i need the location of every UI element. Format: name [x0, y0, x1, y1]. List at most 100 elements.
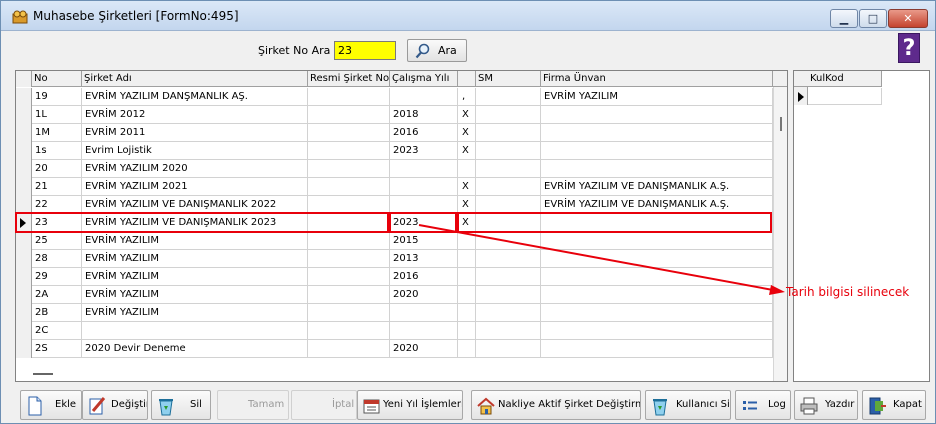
cell-calisma-yili[interactable]: 2016: [390, 124, 458, 142]
cell-sirket-adi[interactable]: EVRİM 2011: [82, 124, 308, 142]
table-row[interactable]: 2S 2020 Devir Deneme 2020: [16, 340, 773, 358]
cell-calisma-yili[interactable]: 2016: [390, 268, 458, 286]
cancel-button[interactable]: İptal: [291, 390, 357, 420]
cell-no[interactable]: 28: [32, 250, 82, 268]
header-calisma-yili[interactable]: Çalışma Yılı: [390, 71, 458, 87]
cell-flag[interactable]: X: [458, 142, 476, 160]
row-indicator[interactable]: [16, 268, 32, 286]
print-button[interactable]: Yazdır: [794, 390, 858, 420]
add-button[interactable]: Ekle: [20, 390, 82, 420]
cell-sirket-adi[interactable]: EVRİM 2012: [82, 106, 308, 124]
row-indicator[interactable]: [16, 142, 32, 160]
cell-firma-unvan[interactable]: [541, 232, 773, 250]
delete-button[interactable]: Sil: [151, 390, 211, 420]
cell-sm[interactable]: [476, 304, 541, 322]
table-row[interactable]: 1L EVRİM 2012 2018 X: [16, 106, 773, 124]
cell-firma-unvan[interactable]: EVRİM YAZILIM: [541, 88, 773, 106]
cell-no[interactable]: 19: [32, 88, 82, 106]
cell-sirket-adi[interactable]: EVRİM YAZILIM DANŞMANLIK AŞ.: [82, 88, 308, 106]
cell-sm[interactable]: [476, 232, 541, 250]
row-indicator[interactable]: [16, 124, 32, 142]
minimize-button[interactable]: ▁: [830, 9, 858, 28]
table-row[interactable]: 1M EVRİM 2011 2016 X: [16, 124, 773, 142]
cell-no[interactable]: 21: [32, 178, 82, 196]
cell-flag[interactable]: [458, 160, 476, 178]
cell-flag[interactable]: X: [458, 124, 476, 142]
cell-sirket-adi[interactable]: EVRİM YAZILIM 2020: [82, 160, 308, 178]
table-row[interactable]: 2B EVRİM YAZILIM: [16, 304, 773, 322]
cell-firma-unvan[interactable]: [541, 340, 773, 358]
cell-flag[interactable]: [458, 268, 476, 286]
cell-sirket-adi[interactable]: EVRİM YAZILIM 2021: [82, 178, 308, 196]
cell-flag[interactable]: [458, 340, 476, 358]
cell-sirket-adi[interactable]: EVRİM YAZILIM: [82, 304, 308, 322]
cell-calisma-yili[interactable]: 2015: [390, 232, 458, 250]
cell-no[interactable]: 1M: [32, 124, 82, 142]
cell-sirket-adi[interactable]: EVRİM YAZILIM: [82, 286, 308, 304]
cell-firma-unvan[interactable]: [541, 142, 773, 160]
cell-calisma-yili[interactable]: [390, 88, 458, 106]
cell-flag[interactable]: X: [458, 178, 476, 196]
cell-sm[interactable]: [476, 106, 541, 124]
row-indicator[interactable]: [16, 304, 32, 322]
cell-no[interactable]: 2C: [32, 322, 82, 340]
table-row[interactable]: 19 EVRİM YAZILIM DANŞMANLIK AŞ., EVRİM YAZ…: [16, 88, 773, 106]
cell-sirket-adi[interactable]: [82, 322, 308, 340]
cell-flag[interactable]: [458, 304, 476, 322]
table-row[interactable]: 1s Evrim Lojistik 2023 X: [16, 142, 773, 160]
scrollbar-thumb[interactable]: [780, 117, 782, 131]
cell-no[interactable]: 2S: [32, 340, 82, 358]
cell-calisma-yili[interactable]: [390, 160, 458, 178]
cell-calisma-yili[interactable]: 2018: [390, 106, 458, 124]
cell-sirket-adi[interactable]: EVRİM YAZILIM: [82, 250, 308, 268]
cell-sirket-adi[interactable]: EVRİM YAZILIM: [82, 268, 308, 286]
cell-resmi-sirket-no[interactable]: [308, 88, 390, 106]
cell-sirket-adi[interactable]: Evrim Lojistik: [82, 142, 308, 160]
cell-calisma-yili[interactable]: [390, 178, 458, 196]
cell-sm[interactable]: [476, 88, 541, 106]
cell-no[interactable]: 2B: [32, 304, 82, 322]
cell-resmi-sirket-no[interactable]: [308, 250, 390, 268]
ok-button[interactable]: Tamam: [217, 390, 289, 420]
search-input[interactable]: [334, 41, 396, 60]
row-indicator[interactable]: [16, 178, 32, 196]
header-flag[interactable]: [458, 71, 476, 87]
cell-flag[interactable]: [458, 322, 476, 340]
cell-resmi-sirket-no[interactable]: [308, 160, 390, 178]
cell-calisma-yili[interactable]: 2020: [390, 340, 458, 358]
header-sm[interactable]: SM: [476, 71, 541, 87]
close-form-button[interactable]: Kapat: [862, 390, 926, 420]
cell-flag[interactable]: X: [458, 106, 476, 124]
cell-firma-unvan[interactable]: [541, 250, 773, 268]
cell-flag[interactable]: [458, 286, 476, 304]
row-indicator[interactable]: [16, 232, 32, 250]
user-grid-row[interactable]: [808, 88, 882, 105]
cell-sm[interactable]: [476, 178, 541, 196]
row-indicator[interactable]: [16, 106, 32, 124]
cell-resmi-sirket-no[interactable]: [308, 124, 390, 142]
cell-sirket-adi[interactable]: EVRİM YAZILIM: [82, 232, 308, 250]
cell-resmi-sirket-no[interactable]: [308, 340, 390, 358]
table-row[interactable]: 2C: [16, 322, 773, 340]
cell-no[interactable]: 25: [32, 232, 82, 250]
cell-firma-unvan[interactable]: [541, 322, 773, 340]
cell-no[interactable]: 1L: [32, 106, 82, 124]
row-indicator[interactable]: [16, 88, 32, 106]
cell-sm[interactable]: [476, 340, 541, 358]
log-button[interactable]: Log: [735, 390, 791, 420]
row-indicator[interactable]: [16, 250, 32, 268]
cell-firma-unvan[interactable]: EVRİM YAZILIM VE DANIŞMANLIK A.Ş.: [541, 178, 773, 196]
cell-resmi-sirket-no[interactable]: [308, 286, 390, 304]
edit-button[interactable]: Değiştir: [82, 390, 148, 420]
help-button[interactable]: ?: [898, 33, 920, 63]
search-button[interactable]: Ara: [407, 39, 467, 62]
cell-calisma-yili[interactable]: 2013: [390, 250, 458, 268]
cell-no[interactable]: 2A: [32, 286, 82, 304]
cell-sm[interactable]: [476, 268, 541, 286]
table-row[interactable]: 20 EVRİM YAZILIM 2020: [16, 160, 773, 178]
cell-firma-unvan[interactable]: [541, 160, 773, 178]
cell-sm[interactable]: [476, 286, 541, 304]
cell-resmi-sirket-no[interactable]: [308, 178, 390, 196]
cell-resmi-sirket-no[interactable]: [308, 304, 390, 322]
cell-sm[interactable]: [476, 160, 541, 178]
